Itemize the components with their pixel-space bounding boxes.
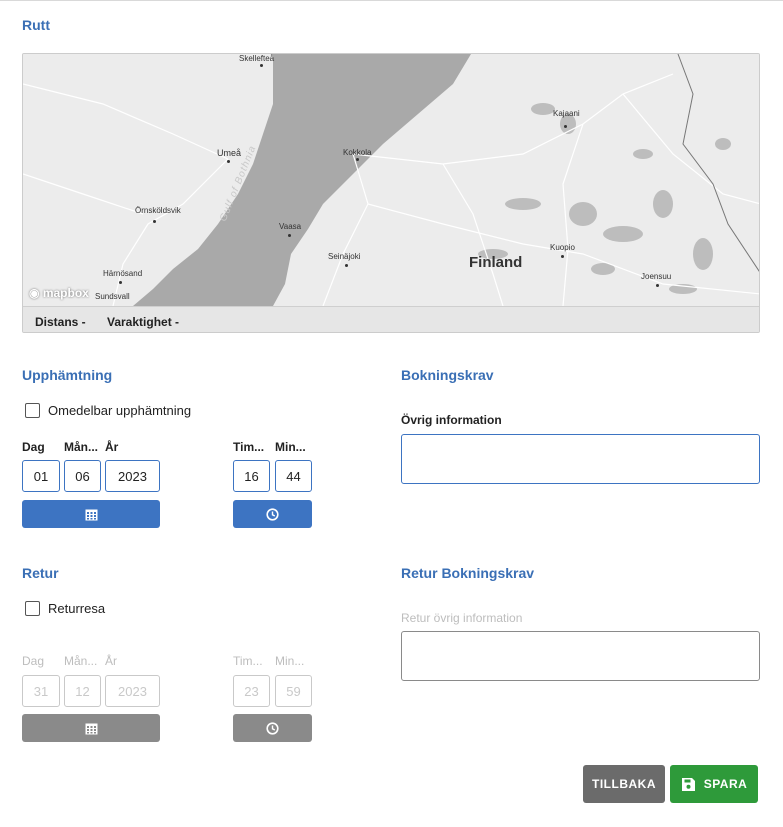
duration-label: Varaktighet - [107, 315, 180, 329]
return-day-label: Dag [22, 654, 45, 668]
immediate-pickup-checkbox[interactable]: Omedelbar upphämtning [25, 403, 191, 418]
route-map-panel: Skellefteå Umeå Kokkola Kajaani Örnsköld… [22, 53, 760, 333]
pickup-month-input[interactable]: 06 [64, 460, 101, 492]
clock-icon [266, 507, 279, 521]
pickup-month-label: Mån... [64, 440, 99, 454]
other-info-input[interactable] [401, 434, 760, 484]
return-month-label: Mån... [64, 654, 98, 668]
return-trip-checkbox[interactable]: Returresa [25, 601, 105, 616]
return-trip-label: Returresa [48, 601, 106, 616]
return-other-info-input[interactable] [401, 631, 760, 681]
map-marker [153, 220, 156, 223]
checkbox-box[interactable] [25, 601, 40, 616]
map-label-harnosand: Härnösand [103, 269, 143, 278]
pickup-year-input[interactable]: 2023 [105, 460, 160, 492]
map-label-kajaani: Kajaani [553, 109, 580, 118]
checkbox-box[interactable] [25, 403, 40, 418]
immediate-pickup-label: Omedelbar upphämtning [48, 403, 192, 418]
mapbox-logo-icon: ◉ [29, 286, 40, 300]
top-divider [0, 0, 783, 1]
return-other-info-label: Retur övrig information [401, 611, 523, 625]
map-marker [564, 125, 567, 128]
route-summary: Distans - Varaktighet - [23, 306, 759, 332]
map-marker [345, 264, 348, 267]
map-marker [561, 255, 564, 258]
map-label-kokkola: Kokkola [343, 148, 372, 157]
pickup-day-label: Dag [22, 440, 45, 454]
map-marker [119, 281, 122, 284]
booking-requirements-title: Bokningskrav [401, 367, 494, 383]
calendar-icon [85, 723, 97, 734]
map-label-kuopio: Kuopio [550, 243, 575, 252]
map-marker [288, 234, 291, 237]
map-label-finland: Finland [469, 254, 523, 271]
return-title: Retur [22, 565, 59, 581]
map-label-vaasa: Vaasa [279, 222, 302, 231]
return-booking-requirements-title: Retur Bokningskrav [401, 565, 535, 581]
return-minute-input[interactable]: 59 [275, 675, 312, 707]
return-calendar-button[interactable] [22, 714, 160, 742]
return-hour-label: Tim... [233, 654, 263, 668]
pickup-clock-button[interactable] [233, 500, 312, 528]
save-label: SPARA [703, 777, 748, 791]
return-month-input[interactable]: 12 [64, 675, 101, 707]
floppy-disk-icon [681, 777, 695, 791]
map-marker [260, 64, 263, 67]
pickup-minute-input[interactable]: 44 [275, 460, 312, 492]
return-clock-button[interactable] [233, 714, 312, 742]
return-hour-input[interactable]: 23 [233, 675, 270, 707]
save-button[interactable]: SPARA [670, 765, 758, 803]
map-marker [356, 158, 359, 161]
clock-icon [266, 721, 279, 735]
map-marker [227, 160, 230, 163]
return-minute-label: Min... [275, 654, 305, 668]
return-year-label: År [105, 654, 117, 668]
route-map[interactable]: Skellefteå Umeå Kokkola Kajaani Örnsköld… [23, 54, 759, 307]
mapbox-logo[interactable]: ◉ mapbox [29, 286, 89, 300]
map-label-sundsvall: Sundsvall [95, 292, 130, 301]
map-label-joensuu: Joensuu [641, 272, 672, 281]
other-info-label: Övrig information [401, 413, 502, 427]
pickup-title: Upphämtning [22, 367, 113, 383]
calendar-icon [85, 509, 97, 520]
pickup-minute-label: Min... [275, 440, 306, 454]
mapbox-logo-text: mapbox [42, 286, 89, 300]
map-label-seinajoki: Seinäjoki [328, 252, 361, 261]
map-marker [656, 284, 659, 287]
map-label-skelleftea: Skellefteå [239, 54, 275, 63]
return-year-input[interactable]: 2023 [105, 675, 160, 707]
return-day-input[interactable]: 31 [22, 675, 60, 707]
pickup-hour-label: Tim... [233, 440, 265, 454]
pickup-calendar-button[interactable] [22, 500, 160, 528]
pickup-day-input[interactable]: 01 [22, 460, 60, 492]
route-title: Rutt [22, 17, 50, 33]
pickup-year-label: År [105, 440, 119, 454]
pickup-hour-input[interactable]: 16 [233, 460, 270, 492]
distance-label: Distans - [35, 315, 86, 329]
back-button[interactable]: TILLBAKA [583, 765, 665, 803]
map-label-umea: Umeå [217, 148, 242, 158]
map-label-ornskoldsvik: Örnsköldsvik [135, 206, 181, 215]
